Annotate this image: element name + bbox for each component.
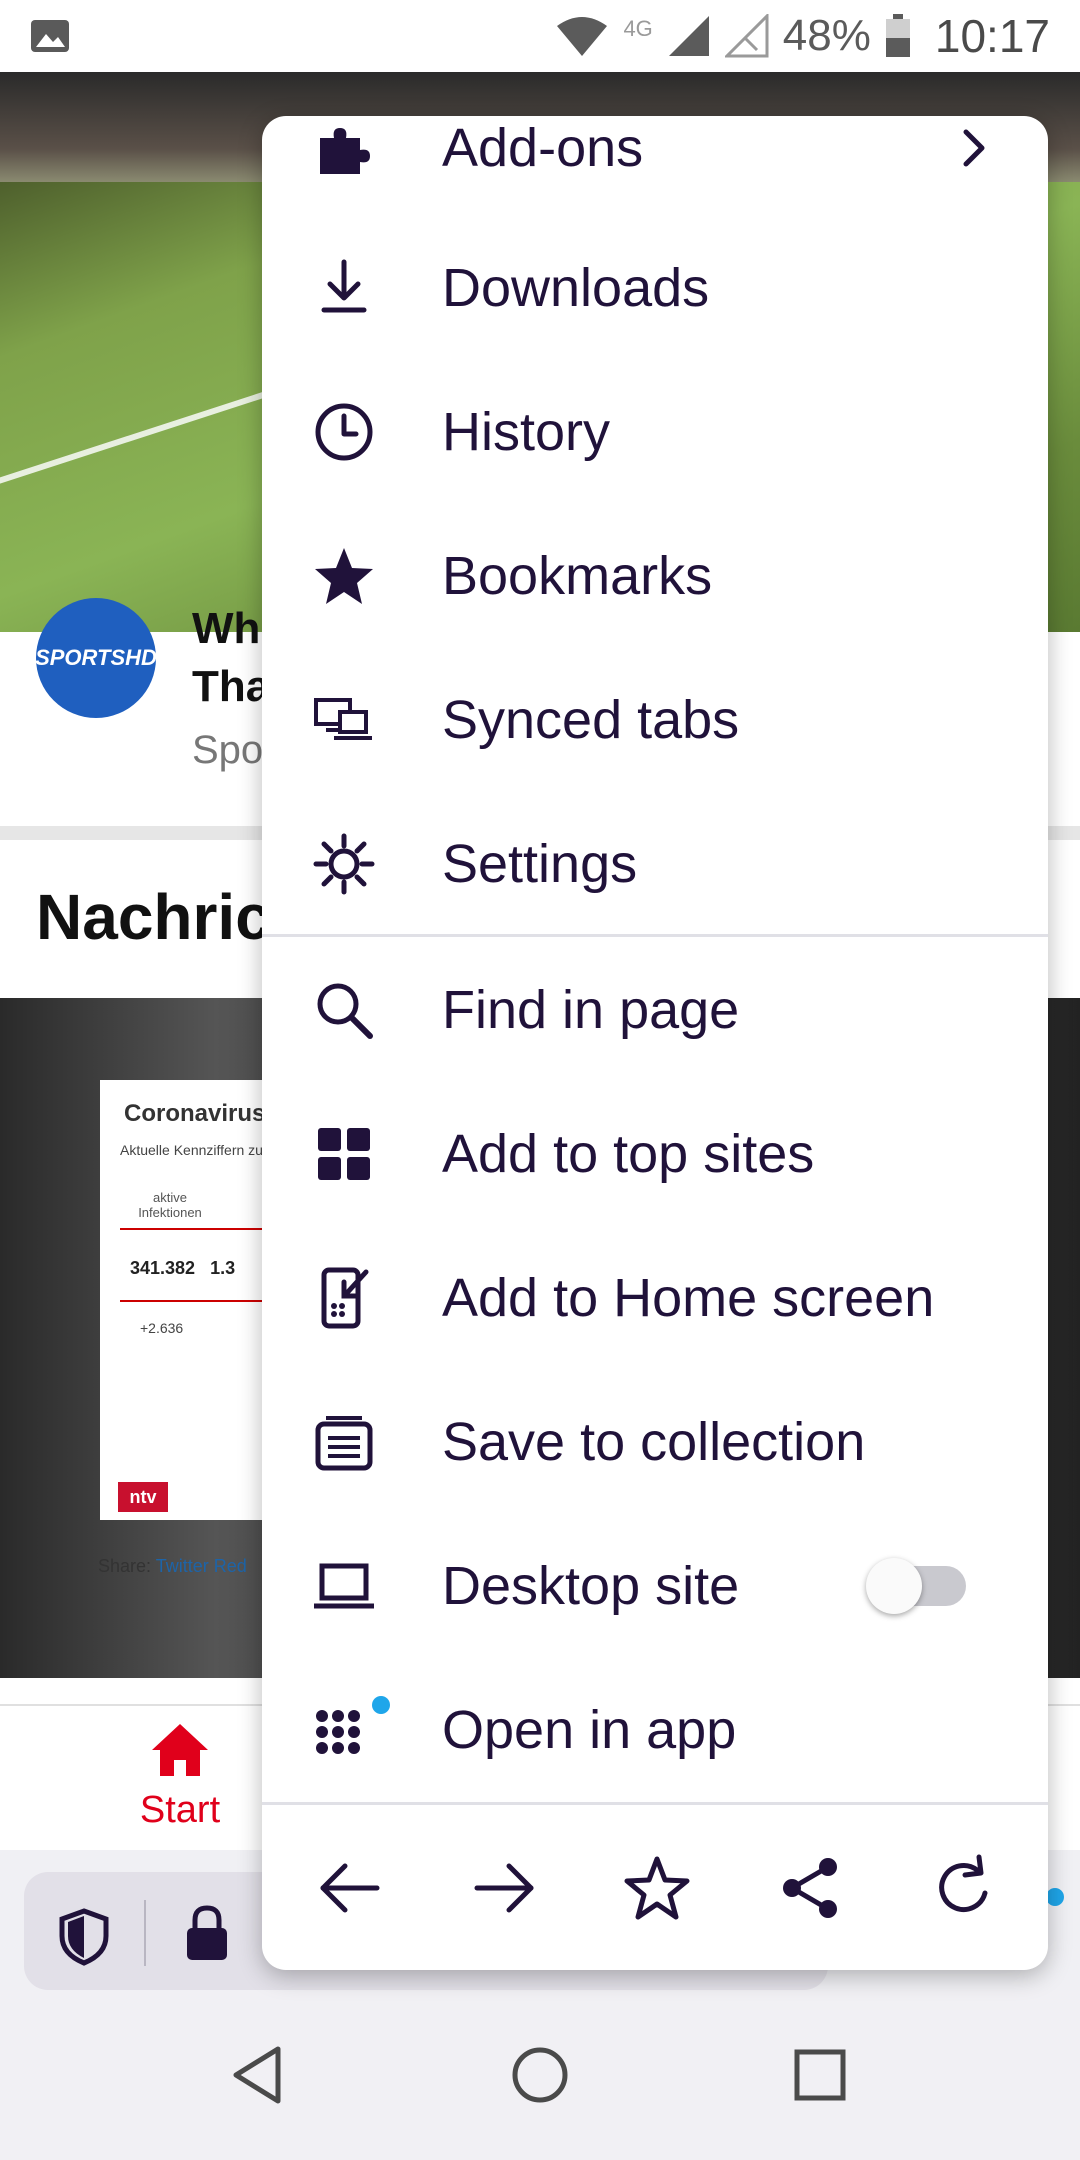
browser-menu: Add-ons Downloads History Bookmarks Sync… [262,116,1048,1970]
bookmark-button[interactable] [613,1844,701,1932]
menu-divider [262,1802,1048,1805]
card-source: Spo [192,728,264,772]
menu-item-add-to-home-screen[interactable]: Add to Home screen [262,1226,1048,1370]
sportshd-logo: SPORTSHD [35,598,157,718]
menu-item-label: Add-ons [442,118,644,178]
reload-icon [939,1854,988,1912]
start-tab[interactable]: Start [110,1722,250,1832]
network-type: 4G [623,16,653,41]
news-image-delta: +2.636 [140,1320,184,1336]
section-title: Nachric [36,881,271,953]
lock-icon[interactable] [184,1904,230,1962]
tracking-protection-shield-icon[interactable] [58,1908,110,1966]
signal-icon [668,16,709,56]
menu-item-label: Bookmarks [442,546,713,606]
url-bar-separator [144,1900,146,1966]
menu-item-label: Save to collection [442,1412,866,1472]
menu-item-bookmarks[interactable]: Bookmarks [262,504,1048,648]
download-icon [312,256,376,320]
menu-item-settings[interactable]: Settings [262,792,1048,936]
open-in-app-badge [372,1696,390,1714]
gallery-notification-icon [31,20,69,52]
clock-icon [312,400,376,464]
system-back-icon[interactable] [228,2043,292,2107]
news-image-value: 341.382 1.3 [130,1258,236,1278]
menu-item-history[interactable]: History [262,360,1048,504]
back-button[interactable] [306,1844,394,1932]
forward-button[interactable] [460,1844,548,1932]
menu-item-add-ons[interactable]: Add-ons [262,116,1048,220]
menu-item-open-in-app[interactable]: Open in app [262,1658,1048,1802]
add-home-screen-icon [312,1266,376,1330]
menu-item-label: Synced tabs [442,690,740,750]
news-image-title: Coronavirus [124,1100,266,1127]
menu-item-label: Downloads [442,258,710,318]
collection-icon [312,1410,376,1474]
gear-icon [312,832,376,896]
back-arrow-icon [320,1863,380,1913]
menu-item-label: Settings [442,834,638,894]
desktop-site-toggle[interactable] [866,1558,966,1614]
toggle-knob [866,1558,922,1614]
star-outline-icon [624,1856,690,1920]
news-image-subtitle: Aktuelle Kennziffern zu [120,1142,263,1158]
news-image-share: Share: Twitter Red [98,1556,247,1576]
start-tab-label: Start [139,1789,221,1831]
menu-item-label: Add to Home screen [442,1268,935,1328]
menu-item-label: Desktop site [442,1556,740,1616]
laptop-icon [312,1554,376,1618]
puzzle-icon [312,116,376,180]
top-sites-icon [312,1122,376,1186]
menu-item-label: Find in page [442,980,740,1040]
share-icon [782,1858,837,1918]
search-icon [312,978,376,1042]
news-image-label: aktive Infektionen [138,1190,202,1220]
menu-item-desktop-site[interactable]: Desktop site [262,1514,1048,1658]
battery-percent: 48% [782,11,871,60]
chevron-right-icon [963,129,985,167]
notification-dot [1046,1888,1064,1906]
signal-empty-icon [724,14,769,58]
menu-item-label: Add to top sites [442,1124,815,1184]
forward-arrow-icon [474,1863,533,1913]
menu-divider [262,934,1048,937]
menu-item-label: History [442,402,611,462]
system-home-icon[interactable] [508,2043,572,2107]
ntv-logo: ntv [118,1482,168,1512]
system-navigation-bar [0,1990,1080,2160]
menu-item-save-to-collection[interactable]: Save to collection [262,1370,1048,1514]
synced-tabs-icon [312,688,376,752]
menu-action-bar [262,1806,1048,1970]
share-button[interactable] [767,1844,855,1932]
card-title[interactable]: Wh Tha [192,600,270,716]
system-recents-icon[interactable] [788,2043,852,2107]
wifi-icon [557,17,608,56]
clock: 10:17 [934,10,1050,62]
menu-item-downloads[interactable]: Downloads [262,216,1048,360]
menu-item-synced-tabs[interactable]: Synced tabs [262,648,1048,792]
menu-item-label: Open in app [442,1700,737,1760]
menu-item-find-in-page[interactable]: Find in page [262,938,1048,1082]
status-bar: 4G 48% 10:17 [0,0,1080,72]
reload-button[interactable] [920,1844,1008,1932]
home-icon [152,1724,208,1776]
menu-item-add-to-top-sites[interactable]: Add to top sites [262,1082,1048,1226]
star-filled-icon [312,544,376,608]
battery-icon [885,14,910,57]
apps-grid-icon [312,1698,376,1762]
